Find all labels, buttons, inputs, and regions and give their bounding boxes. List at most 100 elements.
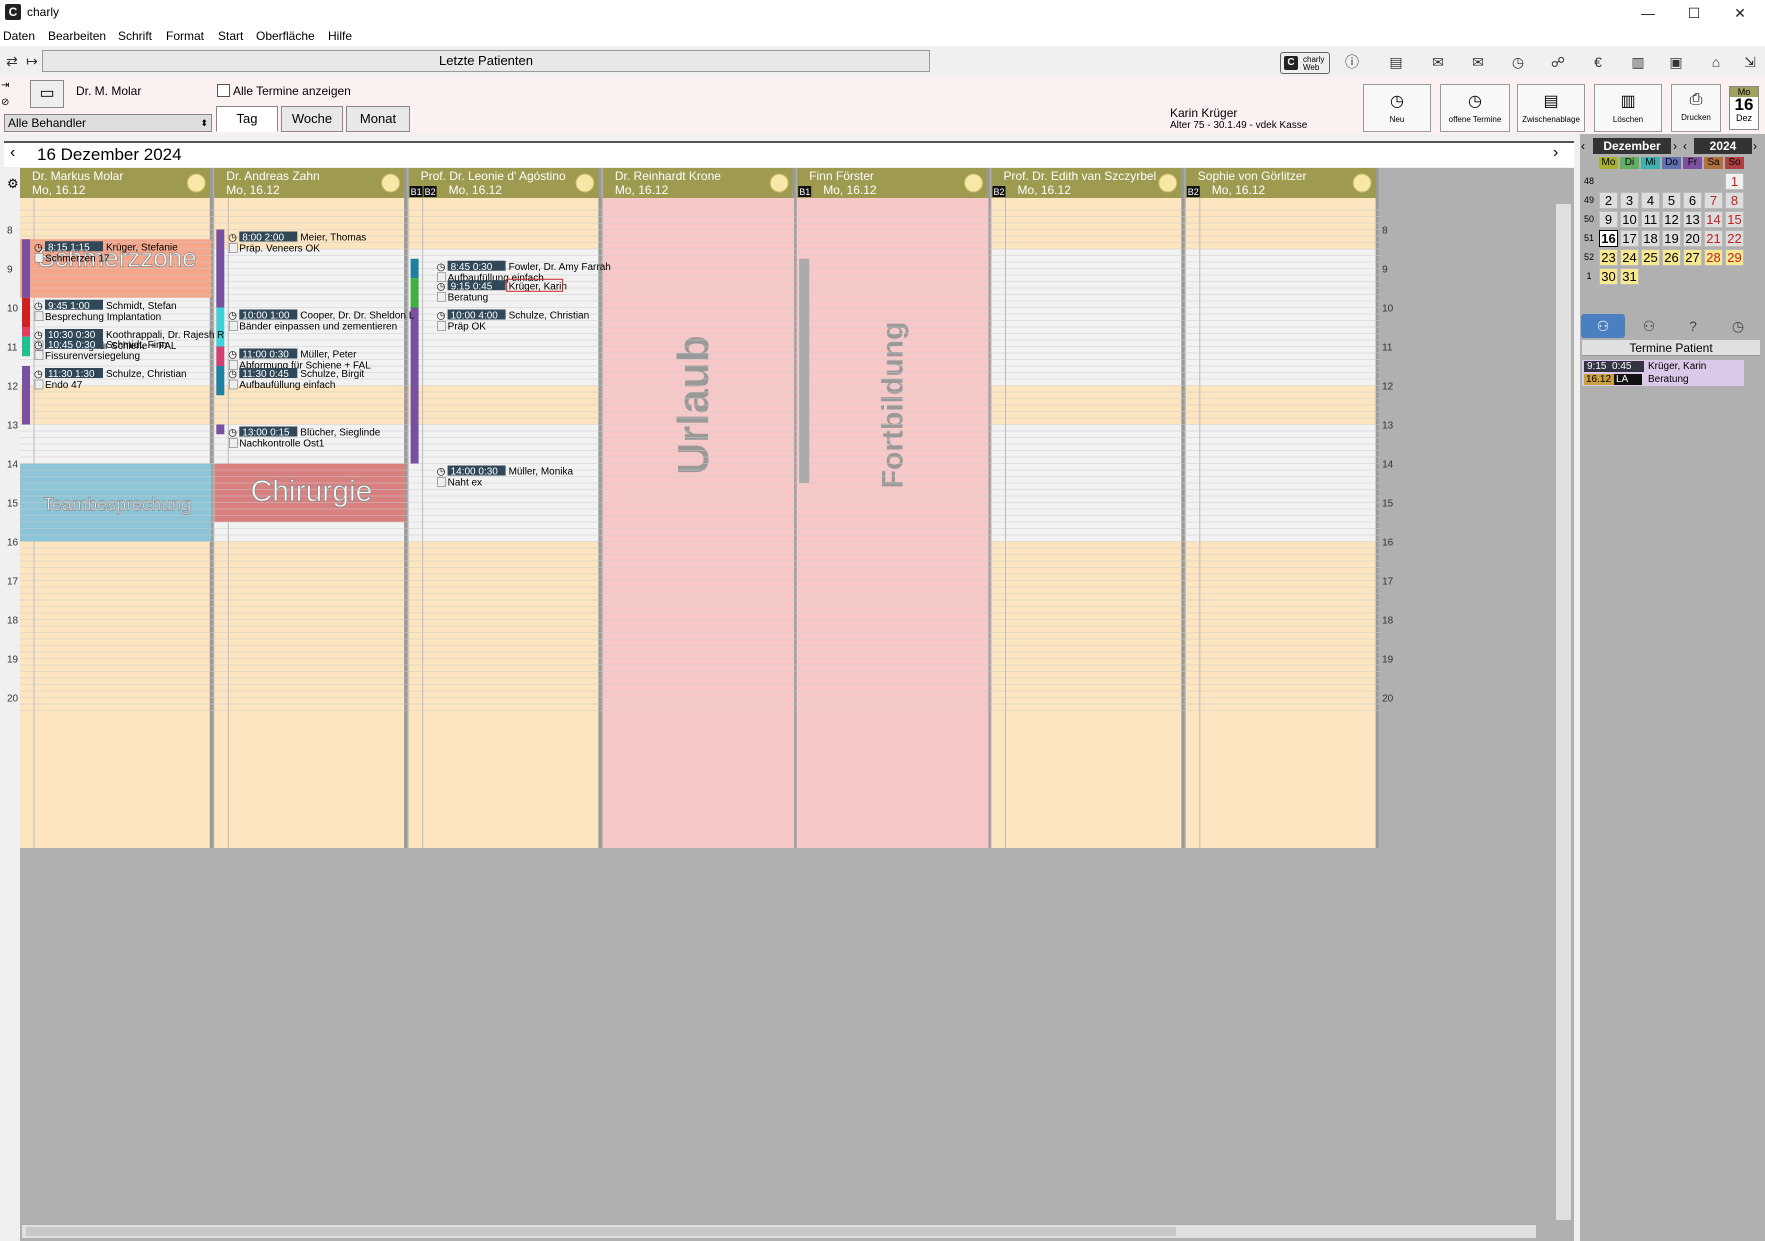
tab-clock-question[interactable]: ? [1671, 314, 1715, 338]
hide-icon[interactable]: ⊘ [1, 97, 9, 108]
calendar-day[interactable]: 27 [1683, 249, 1702, 266]
hour-label-right: 15 [1382, 499, 1394, 510]
week-number: 50 [1583, 214, 1594, 224]
appointment-patient: Fowler, Dr. Amy Farrah [509, 262, 611, 273]
tab-monat[interactable]: Monat [346, 106, 410, 132]
calendar-day[interactable]: 9 [1599, 211, 1618, 228]
book-icon[interactable]: ▥ [1628, 52, 1648, 72]
calendar-day[interactable]: 18 [1641, 230, 1660, 247]
swap-icon[interactable]: ⇄ [2, 51, 22, 71]
calendar-day[interactable]: 19 [1662, 230, 1681, 247]
tab-woche[interactable]: Woche [281, 106, 343, 132]
next-day-icon[interactable]: › [1553, 144, 1558, 162]
year-label[interactable]: 2024 [1694, 138, 1752, 154]
tab-tag[interactable]: Tag [216, 106, 278, 132]
prev-month-icon[interactable]: ‹ [1581, 138, 1591, 154]
prev-year-icon[interactable]: ‹ [1683, 138, 1693, 154]
next-month-icon[interactable]: › [1673, 138, 1683, 154]
tag-icon[interactable]: ⌂ [1706, 52, 1726, 72]
calendar-day[interactable]: 12 [1662, 211, 1681, 228]
calendar-day[interactable]: 10 [1620, 211, 1639, 228]
vertical-scrollbar[interactable] [1556, 204, 1571, 1220]
calendar-day[interactable]: 4 [1641, 192, 1660, 209]
menu-schrift[interactable]: Schrift [118, 29, 152, 43]
euro-icon[interactable]: € [1588, 52, 1608, 72]
prev-day-icon[interactable]: ‹ [10, 144, 15, 162]
calendar-day[interactable]: 11 [1641, 211, 1660, 228]
minimize-button[interactable]: — [1625, 2, 1671, 24]
calendar-day[interactable]: 13 [1683, 211, 1702, 228]
calendar-day[interactable]: 30 [1599, 268, 1618, 285]
list-item[interactable]: 9:15 0:45 16.12 LA Krüger, Karin Beratun… [1582, 360, 1744, 386]
info-icon[interactable]: ⓘ [1342, 52, 1362, 72]
week-number: 49 [1583, 195, 1594, 205]
calendar-day[interactable]: 28 [1704, 249, 1723, 266]
menu-format[interactable]: Format [166, 29, 204, 43]
history-icon[interactable]: ◷ [1508, 52, 1528, 72]
hour-label: 8 [7, 226, 13, 237]
column-doctor-name: Dr. Reinhardt Krone [615, 169, 721, 183]
calendar-day[interactable]: 15 [1725, 211, 1744, 228]
exit-icon[interactable]: ↦ [22, 51, 42, 71]
print-button[interactable]: ⎙ Drucken [1671, 84, 1721, 132]
users-icon[interactable]: ☍ [1548, 52, 1568, 72]
menu-oberflaeche[interactable]: Oberfläche [256, 29, 315, 43]
calendar-day[interactable]: 25 [1641, 249, 1660, 266]
calendar-day[interactable]: 24 [1620, 249, 1639, 266]
calendar-day[interactable]: 26 [1662, 249, 1681, 266]
month-label[interactable]: Dezember [1593, 138, 1671, 154]
delete-button[interactable]: ▥ Löschen [1594, 84, 1662, 132]
export-icon[interactable]: ⇲ [1740, 52, 1760, 72]
calendar-day[interactable]: 2 [1599, 192, 1618, 209]
mail-stack-icon[interactable]: ✉ [1468, 52, 1488, 72]
horizontal-scrollbar[interactable] [22, 1224, 1536, 1238]
charly-web-button[interactable]: C charly Web [1280, 52, 1330, 74]
calendar-day[interactable]: 1 [1725, 173, 1744, 190]
new-appointment-button[interactable]: ◷ Neu [1363, 84, 1431, 132]
show-all-checkbox[interactable] [217, 84, 230, 97]
open-appointments-button[interactable]: ◷ offene Termine [1440, 84, 1510, 132]
calendar-day[interactable]: 20 [1683, 230, 1702, 247]
close-button[interactable]: ✕ [1717, 2, 1763, 24]
menu-start[interactable]: Start [218, 29, 243, 43]
calendar-day[interactable]: 22 [1725, 230, 1744, 247]
appointment-clock-icon: ◷ [437, 281, 446, 292]
menu-hilfe[interactable]: Hilfe [328, 29, 352, 43]
hour-label: 20 [7, 694, 19, 705]
calendar-day[interactable]: 23 [1599, 249, 1618, 266]
calendar-day[interactable]: 3 [1620, 192, 1639, 209]
notes-icon[interactable]: ▤ [1386, 52, 1406, 72]
calendar-day[interactable]: 29 [1725, 249, 1744, 266]
expand-icon[interactable]: ⇥ [1, 80, 9, 91]
tab-patient-appointments[interactable]: ⚇ [1581, 314, 1625, 338]
recent-patients-bar[interactable]: Letzte Patienten [42, 50, 930, 72]
tab-clipboard-clock[interactable]: ◷ [1716, 314, 1760, 338]
appointment-patient: Krüger, Stefanie [106, 242, 178, 253]
next-year-icon[interactable]: › [1753, 138, 1763, 154]
hour-label: 16 [7, 538, 19, 549]
date-badge[interactable]: Mo 16 Dez [1729, 86, 1759, 130]
hour-label: 15 [7, 499, 19, 510]
tab-patient-search[interactable]: ⚇ [1627, 314, 1671, 338]
card-icon[interactable]: ▣ [1666, 52, 1686, 72]
calendar-day[interactable]: 6 [1683, 192, 1702, 209]
calendar-day[interactable]: 16 [1599, 230, 1618, 247]
appointment-time: 9:45 1:00 [48, 301, 90, 312]
calendar-day[interactable]: 8 [1725, 192, 1744, 209]
block-label: Teambesprechung [43, 495, 191, 515]
calendar-day[interactable]: 5 [1662, 192, 1681, 209]
mail-icon[interactable]: ✉ [1428, 52, 1448, 72]
clipboard-button[interactable]: ▤ Zwischenablage [1517, 84, 1585, 132]
behandler-select[interactable]: Alle Behandler ⬍ [4, 114, 212, 132]
calendar-day[interactable]: 31 [1620, 268, 1639, 285]
scroll-thumb[interactable] [26, 1227, 1176, 1236]
column-date: Mo, 16.12 [823, 183, 877, 197]
calendar-day[interactable]: 17 [1620, 230, 1639, 247]
calendar-day[interactable]: 21 [1704, 230, 1723, 247]
menu-bearbeiten[interactable]: Bearbeiten [48, 29, 106, 43]
maximize-button[interactable]: ☐ [1671, 2, 1717, 24]
calendar-day[interactable]: 14 [1704, 211, 1723, 228]
user-monitor-icon[interactable]: ▭ [30, 80, 64, 108]
calendar-day[interactable]: 7 [1704, 192, 1723, 209]
menu-daten[interactable]: Daten [3, 29, 35, 43]
